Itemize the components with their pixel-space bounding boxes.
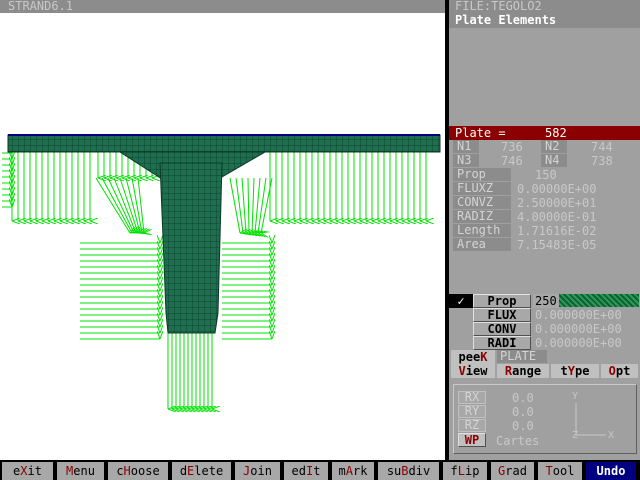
menu-edit-button[interactable]: edIt xyxy=(284,462,330,480)
plate-label: Plate = xyxy=(455,126,506,140)
load-arrow xyxy=(241,177,246,233)
menu-mark-button[interactable]: mArk xyxy=(332,462,376,480)
assign-panel: ✓ Prop 250 FLUX 0.000000E+00 CONV 0.0000… xyxy=(449,294,640,350)
prop-label: Length xyxy=(453,224,511,237)
assign-radi-value[interactable]: 0.000000E+00 xyxy=(535,336,622,350)
check-mark-icon[interactable]: ✓ xyxy=(449,294,473,308)
plate-number: 582 xyxy=(545,126,567,140)
prop-label: CONVZ xyxy=(453,196,511,209)
assign-conv-button[interactable]: CONV xyxy=(473,322,531,336)
tab-range[interactable]: Range xyxy=(497,364,549,378)
view-tabs: View Range tYpe Opt xyxy=(449,364,640,378)
rz-button[interactable]: RZ xyxy=(458,419,486,432)
ry-button[interactable]: RY xyxy=(458,405,486,418)
file-name: FILE:TEGOLO2 xyxy=(449,0,640,13)
tab-opt[interactable]: Opt xyxy=(601,364,638,378)
node-value: 746 xyxy=(501,154,523,168)
assign-flux-button[interactable]: FLUX xyxy=(473,308,531,322)
load-arrow xyxy=(251,177,254,233)
assign-flux-value[interactable]: 0.000000E+00 xyxy=(535,308,622,322)
prop-label: Prop xyxy=(453,168,511,181)
prop-label: FLUXZ xyxy=(453,182,511,195)
window-title: STRAND6.1 xyxy=(0,0,445,13)
wp-value: Cartes xyxy=(496,434,540,448)
tab-type[interactable]: tYpe xyxy=(551,364,599,378)
peek-button[interactable]: peeK xyxy=(451,350,495,364)
menu-grad-button[interactable]: Grad xyxy=(491,462,536,480)
menu-join-button[interactable]: Join xyxy=(235,462,282,480)
prop-value: 1.71616E-02 xyxy=(517,224,597,238)
assign-radi-button[interactable]: RADI xyxy=(473,336,531,350)
load-arrow xyxy=(235,177,243,233)
assign-conv-value[interactable]: 0.000000E+00 xyxy=(535,322,622,336)
prop-value: 150 xyxy=(535,168,557,182)
menu-exit-button[interactable]: eXit xyxy=(2,462,55,480)
peek-row: peeK PLATE xyxy=(449,350,640,364)
menu-menu-button[interactable]: Menu xyxy=(57,462,106,480)
assign-prop-input[interactable]: 250 xyxy=(533,294,639,308)
panel-title: Plate Elements xyxy=(449,13,640,28)
menu-undo-button[interactable]: Undo xyxy=(586,462,638,480)
axes-icon: Y Z X xyxy=(572,391,615,441)
load-arrow xyxy=(107,177,134,233)
plate-properties: Prop 150 FLUXZ 0.00000E+00 CONVZ 2.50000E+0… xyxy=(453,168,636,252)
node-value: 738 xyxy=(591,154,613,168)
command-menu: eXit Menu cHoose dElete Join edIt mArk suBdiv fL… xyxy=(0,462,640,480)
plate-selector[interactable]: Plate = 582 xyxy=(449,126,640,140)
menu-choose-button[interactable]: cHoose xyxy=(108,462,170,480)
prop-value: 0.00000E+00 xyxy=(517,182,597,196)
node-label: N3 xyxy=(453,154,479,167)
prop-label: RADIZ xyxy=(453,210,511,223)
menu-delete-button[interactable]: dElete xyxy=(172,462,233,480)
load-arrow xyxy=(247,177,249,233)
model-drawing xyxy=(2,134,441,460)
menu-flip-button[interactable]: fLip xyxy=(443,462,489,480)
node-grid: N1 736 N2 744 N3 746 N4 738 xyxy=(453,140,636,168)
ry-value: 0.0 xyxy=(512,405,534,419)
web-mesh xyxy=(159,162,223,334)
assign-prop-button[interactable]: Prop xyxy=(473,294,531,308)
rz-value: 0.0 xyxy=(512,419,534,433)
tab-view[interactable]: View xyxy=(451,364,495,378)
node-value: 744 xyxy=(591,140,613,154)
model-viewport[interactable] xyxy=(0,13,445,460)
prop-value: 7.15483E-05 xyxy=(517,238,597,252)
view-settings: RX 0.0 RY 0.0 RZ 0.0 WP Cartes Y Z X xyxy=(453,384,637,454)
wp-button[interactable]: WP xyxy=(458,433,486,447)
flange-mesh xyxy=(7,134,441,153)
prop-value: 4.00000E-01 xyxy=(517,210,597,224)
node-label: N1 xyxy=(453,140,479,153)
prop-value: 2.50000E+01 xyxy=(517,196,597,210)
node-value: 736 xyxy=(501,140,523,154)
prop-label: Area xyxy=(453,238,511,251)
peek-value: PLATE xyxy=(497,350,547,363)
load-arrow xyxy=(229,177,240,233)
menu-subdiv-button[interactable]: suBdiv xyxy=(378,462,441,480)
rx-button[interactable]: RX xyxy=(458,391,486,404)
menu-tool-button[interactable]: Tool xyxy=(538,462,584,480)
rx-value: 0.0 xyxy=(512,391,534,405)
load-arrow xyxy=(119,177,138,233)
node-label: N2 xyxy=(541,140,567,153)
node-label: N4 xyxy=(541,154,567,167)
